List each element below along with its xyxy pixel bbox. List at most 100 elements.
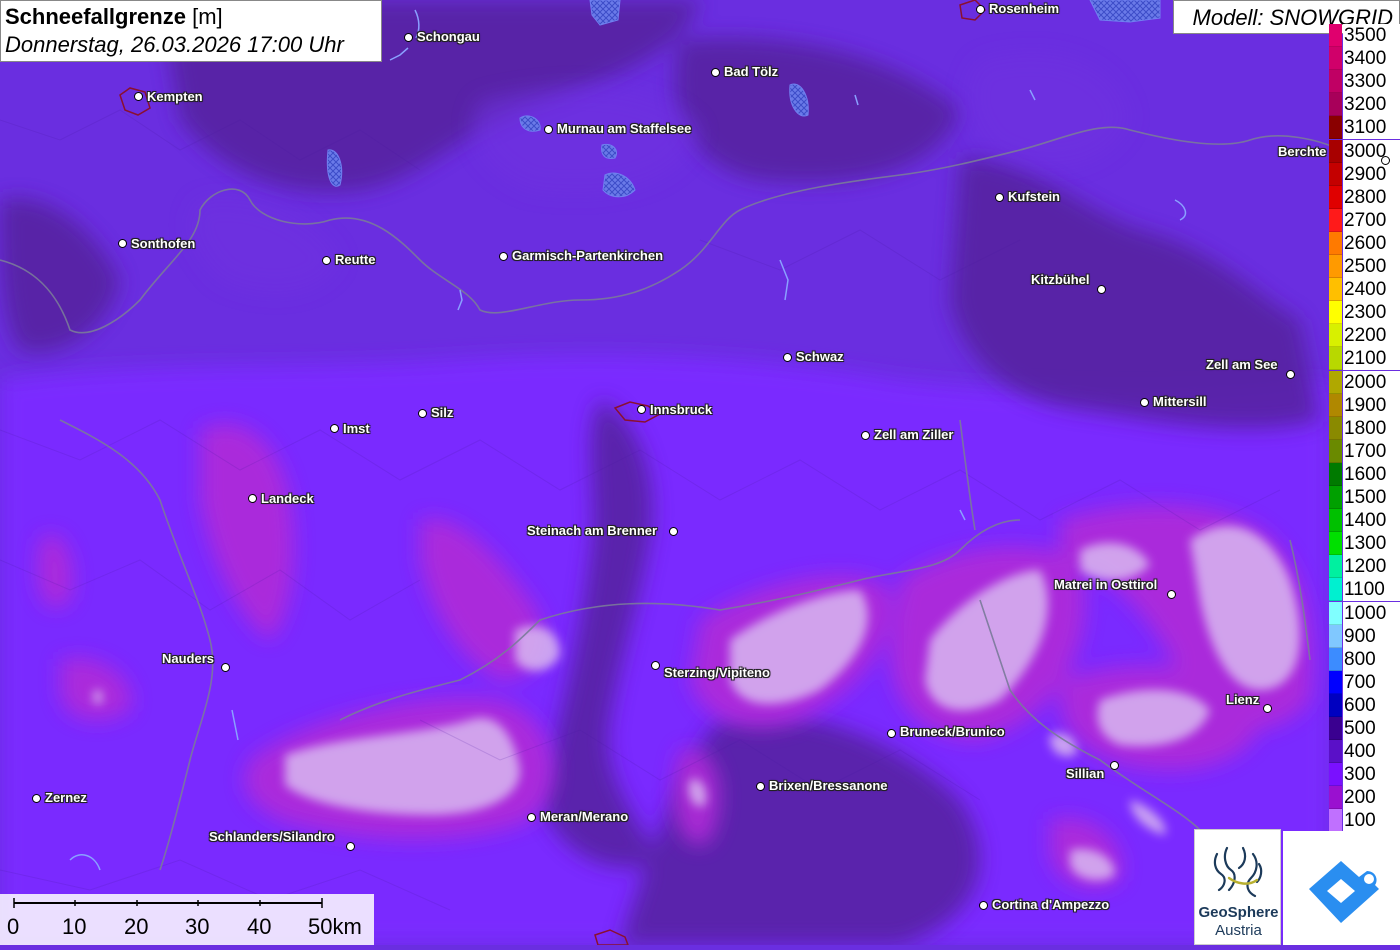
legend-swatch (1329, 370, 1342, 394)
city-marker-icon[interactable] (346, 842, 355, 851)
city-marker-icon[interactable] (32, 794, 41, 803)
city-marker-icon[interactable] (134, 92, 143, 101)
city-marker-icon[interactable] (1381, 156, 1390, 165)
legend-swatch (1329, 439, 1342, 463)
city-marker-icon[interactable] (1097, 285, 1106, 294)
city-marker-icon[interactable] (248, 494, 257, 503)
legend-swatch (1329, 670, 1342, 694)
city-marker-icon[interactable] (404, 33, 413, 42)
legend-entry: 1400 (1329, 509, 1400, 533)
city-marker-icon[interactable] (118, 239, 127, 248)
legend-entry: 400 (1329, 740, 1400, 764)
geosphere-logo[interactable]: GeoSphere Austria (1194, 829, 1281, 945)
city-label[interactable]: Mittersill (1153, 395, 1206, 409)
city-label[interactable]: Kempten (147, 90, 203, 104)
city-label[interactable]: Bruneck/Brunico (900, 725, 1005, 739)
legend-swatch (1329, 740, 1342, 764)
city-label[interactable]: Meran/Merano (540, 810, 628, 824)
city-marker-icon[interactable] (995, 193, 1004, 202)
legend-swatch (1329, 532, 1342, 556)
city-label[interactable]: Sillian (1066, 767, 1104, 781)
city-label[interactable]: Sterzing/Vipiteno (664, 666, 770, 680)
city-marker-icon[interactable] (221, 663, 230, 672)
legend-swatch (1329, 208, 1342, 232)
city-marker-icon[interactable] (330, 424, 339, 433)
legend-label: 3100 (1343, 116, 1400, 140)
city-label[interactable]: Nauders (162, 652, 214, 666)
city-label[interactable]: Silz (431, 406, 453, 420)
city-marker-icon[interactable] (711, 68, 720, 77)
legend-swatch (1329, 601, 1342, 625)
city-marker-icon[interactable] (1140, 398, 1149, 407)
legend-label: 3000 (1343, 139, 1400, 163)
city-marker-icon[interactable] (861, 431, 870, 440)
legend-swatch (1329, 324, 1342, 348)
city-marker-icon[interactable] (544, 125, 553, 134)
scale-tick-40: 40 (247, 914, 272, 939)
legend-label: 800 (1343, 647, 1400, 671)
legend-swatch (1329, 717, 1342, 741)
legend-swatch (1329, 578, 1342, 602)
city-label[interactable]: Reutte (335, 253, 375, 267)
city-label[interactable]: Bad Tölz (724, 65, 778, 79)
city-marker-icon[interactable] (499, 252, 508, 261)
city-marker-icon[interactable] (637, 405, 646, 414)
legend-label: 2300 (1343, 301, 1400, 325)
city-label[interactable]: Lienz (1226, 693, 1259, 707)
city-label[interactable]: Schongau (417, 30, 480, 44)
geosphere-name: GeoSphere (1198, 904, 1279, 921)
city-label[interactable]: Garmisch-Partenkirchen (512, 249, 663, 263)
legend-entry: 700 (1329, 670, 1400, 694)
city-label[interactable]: Landeck (261, 492, 314, 506)
legend-entry: 1700 (1329, 439, 1400, 463)
city-label[interactable]: Zell am Ziller (874, 428, 953, 442)
legend-swatch (1329, 47, 1342, 71)
legend-label: 2100 (1343, 347, 1400, 371)
city-label[interactable]: Zell am See (1206, 358, 1278, 372)
city-marker-icon[interactable] (527, 813, 536, 822)
legend-label: 500 (1343, 717, 1400, 741)
city-marker-icon[interactable] (976, 5, 985, 14)
legend-label: 1300 (1343, 532, 1400, 556)
city-marker-icon[interactable] (1286, 370, 1295, 379)
city-marker-icon[interactable] (418, 409, 427, 418)
city-label[interactable]: Steinach am Brenner (527, 524, 657, 538)
city-marker-icon[interactable] (1263, 704, 1272, 713)
city-marker-icon[interactable] (669, 527, 678, 536)
legend-swatch (1329, 185, 1342, 209)
city-label[interactable]: Brixen/Bressanone (769, 779, 888, 793)
legend-entry: 1600 (1329, 462, 1400, 486)
city-marker-icon[interactable] (887, 729, 896, 738)
legend-entry: 2900 (1329, 162, 1400, 186)
city-label[interactable]: Berchte (1278, 145, 1326, 159)
city-marker-icon[interactable] (651, 661, 660, 670)
snowline-map[interactable] (0, 0, 1400, 945)
city-label[interactable]: Schlanders/Silandro (209, 830, 335, 844)
legend-entry: 3200 (1329, 93, 1400, 117)
city-label[interactable]: Innsbruck (650, 403, 712, 417)
legend-label: 2400 (1343, 278, 1400, 302)
city-marker-icon[interactable] (1167, 590, 1176, 599)
city-label[interactable]: Matrei in Osttirol (1054, 578, 1157, 592)
legend-entry: 1900 (1329, 393, 1400, 417)
city-label[interactable]: Sonthofen (131, 237, 195, 251)
scale-bar: 0 10 20 30 40 50km (0, 894, 374, 945)
city-label[interactable]: Schwaz (796, 350, 844, 364)
city-marker-icon[interactable] (979, 901, 988, 910)
city-label[interactable]: Murnau am Staffelsee (557, 122, 691, 136)
city-marker-icon[interactable] (322, 256, 331, 265)
city-label[interactable]: Kufstein (1008, 190, 1060, 204)
legend-label: 2500 (1343, 255, 1400, 279)
city-label[interactable]: Kitzbühel (1031, 273, 1090, 287)
city-marker-icon[interactable] (756, 782, 765, 791)
city-label[interactable]: Rosenheim (989, 2, 1059, 16)
city-marker-icon[interactable] (783, 353, 792, 362)
legend-label: 1800 (1343, 416, 1400, 440)
geosphere-sub: Austria (1215, 922, 1262, 939)
app-logo[interactable] (1283, 831, 1400, 945)
city-marker-icon[interactable] (1110, 761, 1119, 770)
city-label[interactable]: Imst (343, 422, 370, 436)
city-label[interactable]: Zernez (45, 791, 87, 805)
city-label[interactable]: Cortina d'Ampezzo (992, 898, 1109, 912)
variable-unit: [m] (192, 4, 223, 29)
